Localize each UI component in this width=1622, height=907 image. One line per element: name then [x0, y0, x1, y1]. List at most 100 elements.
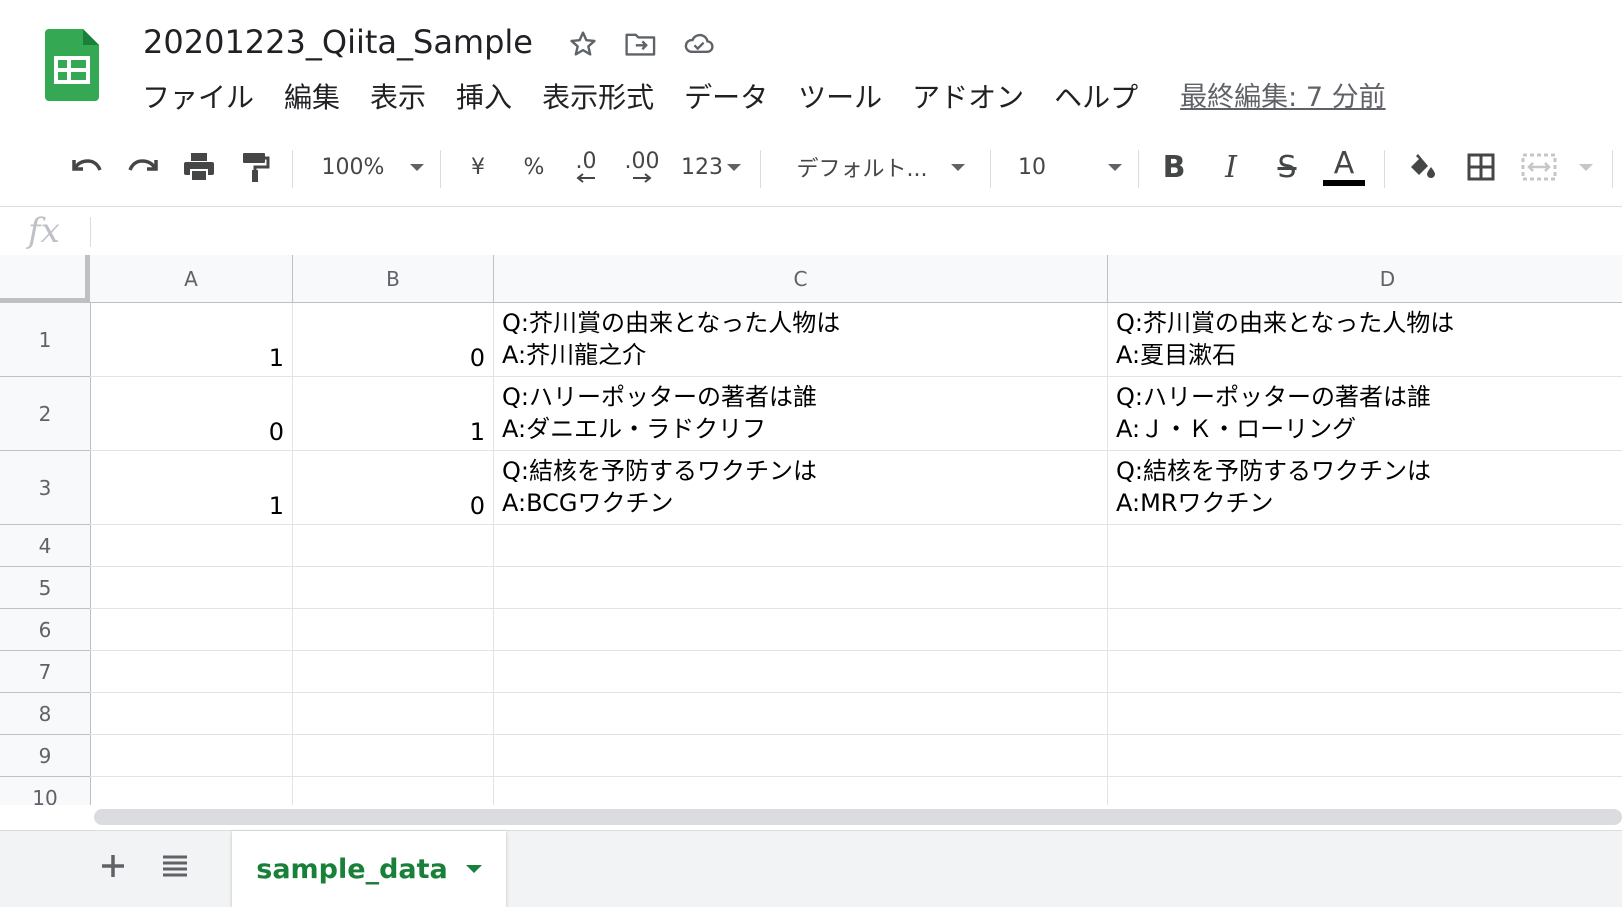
cell-d5[interactable]: [1108, 567, 1622, 609]
borders-icon[interactable]: [1460, 146, 1502, 188]
cell-d1[interactable]: Q:芥川賞の由来となった人物は A:夏目漱石: [1108, 303, 1622, 377]
cell-a1[interactable]: 1: [90, 303, 293, 377]
menu-insert[interactable]: 挿入: [456, 78, 512, 118]
cell-b9[interactable]: [293, 735, 494, 777]
menu-addons[interactable]: アドオン: [912, 78, 1024, 118]
row-header-9[interactable]: 9: [0, 735, 91, 777]
column-header-b[interactable]: B: [293, 255, 494, 303]
font-family-select[interactable]: デフォルト...: [792, 146, 970, 188]
row-header-10[interactable]: 10: [0, 777, 91, 805]
row-header-5[interactable]: 5: [0, 567, 91, 609]
cell-d6[interactable]: [1108, 609, 1622, 651]
menu-format[interactable]: 表示形式: [542, 78, 654, 118]
horizontal-scrollbar[interactable]: [94, 809, 1622, 825]
cell-a9[interactable]: [90, 735, 293, 777]
cell-b10[interactable]: [293, 777, 494, 805]
bold-button[interactable]: B: [1157, 146, 1191, 188]
document-title[interactable]: 20201223_Qiita_Sample: [143, 20, 533, 64]
italic-button[interactable]: I: [1214, 146, 1248, 188]
row-header-6[interactable]: 6: [0, 609, 91, 651]
cell-d9[interactable]: [1108, 735, 1622, 777]
cell-a6[interactable]: [90, 609, 293, 651]
add-sheet-icon[interactable]: [94, 847, 132, 885]
undo-icon[interactable]: [66, 146, 108, 188]
menu-help[interactable]: ヘルプ: [1054, 78, 1138, 118]
formula-input[interactable]: [104, 207, 1604, 255]
more-formats-button[interactable]: 123: [680, 146, 742, 188]
row-header-8[interactable]: 8: [0, 693, 91, 735]
select-all-corner[interactable]: [0, 255, 90, 303]
sheet-tab-sample-data[interactable]: sample_data: [232, 831, 506, 907]
column-header-c[interactable]: C: [494, 255, 1108, 303]
paint-format-icon[interactable]: [234, 146, 276, 188]
currency-format-button[interactable]: ¥: [462, 146, 494, 188]
menu-edit[interactable]: 編集: [284, 78, 340, 118]
cell-c6[interactable]: [494, 609, 1108, 651]
cell-d7[interactable]: [1108, 651, 1622, 693]
cell-c5[interactable]: [494, 567, 1108, 609]
cell-d8[interactable]: [1108, 693, 1622, 735]
row-header-2[interactable]: 2: [0, 377, 91, 451]
last-edit-link[interactable]: 最終編集: 7 分前: [1180, 78, 1385, 118]
cell-a8[interactable]: [90, 693, 293, 735]
cell-a2[interactable]: 0: [90, 377, 293, 451]
cell-b3[interactable]: 0: [293, 451, 494, 525]
cell-a4[interactable]: [90, 525, 293, 567]
cell-b6[interactable]: [293, 609, 494, 651]
cell-a5[interactable]: [90, 567, 293, 609]
star-icon[interactable]: [565, 26, 601, 62]
row-header-4[interactable]: 4: [0, 525, 91, 567]
strikethrough-button[interactable]: S: [1270, 146, 1304, 188]
cell-d2[interactable]: Q:ハリーポッターの著者は誰 A:Ｊ・Ｋ・ローリング: [1108, 377, 1622, 451]
column-header-d[interactable]: D: [1108, 255, 1622, 303]
cell-b1[interactable]: 0: [293, 303, 494, 377]
cell-c10[interactable]: [494, 777, 1108, 805]
decrease-decimal-button[interactable]: .0: [566, 146, 606, 188]
sheets-logo-icon[interactable]: [45, 29, 99, 101]
cell-c9[interactable]: [494, 735, 1108, 777]
menu-file[interactable]: ファイル: [142, 78, 254, 118]
percent-format-button[interactable]: %: [518, 146, 550, 188]
cell-c2[interactable]: Q:ハリーポッターの著者は誰 A:ダニエル・ラドクリフ: [494, 377, 1108, 451]
cell-b8[interactable]: [293, 693, 494, 735]
menu-tools[interactable]: ツール: [798, 78, 882, 118]
cell-b7[interactable]: [293, 651, 494, 693]
move-to-folder-icon[interactable]: [623, 26, 659, 62]
cell-d10[interactable]: [1108, 777, 1622, 805]
column-header-a[interactable]: A: [90, 255, 293, 303]
cell-a7[interactable]: [90, 651, 293, 693]
cell-c3[interactable]: Q:結核を予防するワクチンは A:BCGワクチン: [494, 451, 1108, 525]
cell-b4[interactable]: [293, 525, 494, 567]
cell-c7[interactable]: [494, 651, 1108, 693]
cell-c1[interactable]: Q:芥川賞の由来となった人物は A:芥川龍之介: [494, 303, 1108, 377]
row-header-1[interactable]: 1: [0, 303, 91, 377]
menu-view[interactable]: 表示: [370, 78, 426, 118]
text-color-button[interactable]: A: [1322, 146, 1366, 188]
cell-b5[interactable]: [293, 567, 494, 609]
cell-d3[interactable]: Q:結核を予防するワクチンは A:MRワクチン: [1108, 451, 1622, 525]
cell-c8[interactable]: [494, 693, 1108, 735]
row-header-7[interactable]: 7: [0, 651, 91, 693]
all-sheets-icon[interactable]: [156, 847, 194, 885]
zoom-value: 100%: [321, 154, 385, 180]
font-size-select[interactable]: 10: [1018, 146, 1122, 188]
cell-c4[interactable]: [494, 525, 1108, 567]
merge-cells-icon[interactable]: [1518, 146, 1560, 188]
cell-a3[interactable]: 1: [90, 451, 293, 525]
chevron-down-icon[interactable]: [465, 865, 482, 873]
cell-d4[interactable]: [1108, 525, 1622, 567]
cloud-saved-icon[interactable]: [681, 26, 717, 62]
chevron-down-icon: [1579, 163, 1593, 171]
app-header: 20201223_Qiita_Sample ファイル 編集 表示 挿入 表示形式…: [0, 0, 1622, 129]
merge-type-dropdown[interactable]: [1574, 146, 1598, 188]
print-icon[interactable]: [178, 146, 220, 188]
toolbar: 100% ¥ % .0 .00 123 デフォルト... 10 B I S A: [0, 128, 1622, 207]
increase-decimal-button[interactable]: .00: [620, 146, 664, 188]
menu-data[interactable]: データ: [684, 78, 768, 118]
zoom-select[interactable]: 100%: [318, 146, 428, 188]
redo-icon[interactable]: [122, 146, 164, 188]
cell-a10[interactable]: [90, 777, 293, 805]
cell-b2[interactable]: 1: [293, 377, 494, 451]
row-header-3[interactable]: 3: [0, 451, 91, 525]
fill-color-icon[interactable]: [1400, 146, 1442, 188]
